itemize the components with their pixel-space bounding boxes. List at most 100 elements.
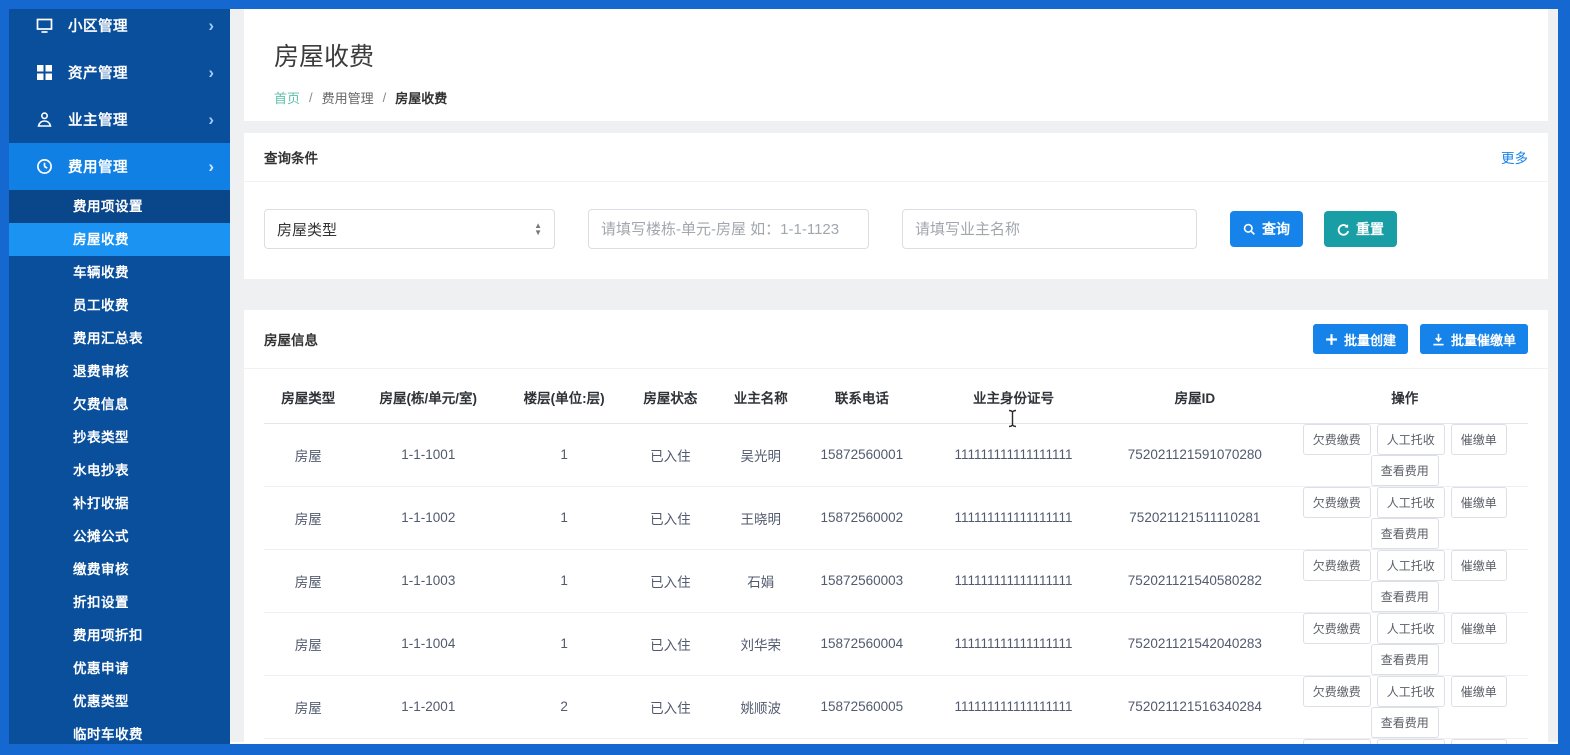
sidebar-subitem[interactable]: 房屋收费 — [9, 223, 230, 256]
cell-floor: 1 — [504, 612, 624, 675]
row-action-button[interactable]: 催缴单 — [1451, 613, 1507, 644]
sidebar-subitem[interactable]: 费用项设置 — [9, 190, 230, 223]
cell-house: 1-1-1004 — [352, 612, 504, 675]
cell-floor: 2 — [504, 675, 624, 738]
row-action-button[interactable]: 催缴单 — [1451, 550, 1507, 581]
breadcrumb-current: 房屋收费 — [395, 88, 447, 107]
sidebar-subitem[interactable]: 优惠申请 — [9, 652, 230, 685]
house-type-select-value: 房屋类型 — [277, 219, 337, 240]
cell-status: 已入住 — [624, 486, 716, 549]
row-action-button[interactable]: 欠费缴费 — [1303, 613, 1371, 644]
breadcrumb-separator: / — [309, 90, 313, 105]
cell-house_id: 752021121506870285 — [1108, 738, 1281, 744]
cell-house_id: 752021121516340284 — [1108, 675, 1281, 738]
table-row: 房屋1-1-10011已入住吴光明15872560001111111111111… — [264, 423, 1528, 486]
cell-type: 房屋 — [264, 738, 352, 744]
row-action-button[interactable]: 催缴单 — [1451, 676, 1507, 707]
sidebar-item-label: 小区管理 — [68, 15, 208, 36]
cell-floor: 1 — [504, 549, 624, 612]
row-action-button[interactable]: 人工托收 — [1377, 424, 1445, 455]
row-action-button[interactable]: 查看费用 — [1371, 518, 1439, 549]
sidebar-subitem[interactable]: 优惠类型 — [9, 685, 230, 718]
sidebar-item[interactable]: 小区管理› — [9, 9, 230, 49]
cell-house_id: 752021121542040283 — [1108, 612, 1281, 675]
cell-type: 房屋 — [264, 423, 352, 486]
sidebar-subitem[interactable]: 缴费审核 — [9, 553, 230, 586]
cell-phone: 15872560004 — [805, 612, 919, 675]
cell-owner: 石娟 — [716, 549, 804, 612]
row-action-button[interactable]: 查看费用 — [1371, 644, 1439, 675]
cell-id_card: 111111111111111111 — [919, 486, 1109, 549]
cell-type: 房屋 — [264, 612, 352, 675]
row-action-button[interactable]: 查看费用 — [1371, 581, 1439, 612]
search-button[interactable]: 查询 — [1230, 211, 1303, 247]
sidebar-item[interactable]: 费用管理› — [9, 143, 230, 190]
cell-phone: 15872560001 — [805, 423, 919, 486]
sidebar-subitem[interactable]: 费用项折扣 — [9, 619, 230, 652]
row-action-button[interactable]: 欠费缴费 — [1303, 676, 1371, 707]
row-action-button[interactable]: 人工托收 — [1377, 739, 1445, 745]
column-header: 房屋ID — [1108, 371, 1281, 423]
breadcrumb-section[interactable]: 费用管理 — [322, 88, 374, 107]
cell-type: 房屋 — [264, 549, 352, 612]
table-row: 房屋1-1-10021已入住王晓明15872560002111111111111… — [264, 486, 1528, 549]
row-action-button[interactable]: 欠费缴费 — [1303, 487, 1371, 518]
row-action-button[interactable]: 人工托收 — [1377, 487, 1445, 518]
column-header: 楼层(单位:层) — [504, 371, 624, 423]
row-action-button[interactable]: 催缴单 — [1451, 739, 1507, 745]
chevron-right-icon: › — [208, 158, 214, 175]
sidebar-subitem[interactable]: 水电抄表 — [9, 454, 230, 487]
more-link[interactable]: 更多 — [1501, 147, 1528, 167]
batch-create-button[interactable]: 批量创建 — [1313, 324, 1408, 354]
sidebar-subitem[interactable]: 公摊公式 — [9, 520, 230, 553]
row-action-button[interactable]: 催缴单 — [1451, 424, 1507, 455]
cell-actions: 欠费缴费人工托收催缴单查看费用 — [1281, 549, 1528, 612]
row-action-button[interactable]: 人工托收 — [1377, 676, 1445, 707]
cell-status: 已入住 — [624, 675, 716, 738]
sidebar-item[interactable]: 业主管理› — [9, 96, 230, 143]
cell-status: 已入住 — [624, 612, 716, 675]
cell-id_card: 111111111111111111 — [919, 675, 1109, 738]
house-type-select[interactable]: 房屋类型 ▲▼ — [264, 209, 555, 249]
sidebar-subitem[interactable]: 欠费信息 — [9, 388, 230, 421]
breadcrumb-home[interactable]: 首页 — [274, 88, 300, 107]
sidebar-subitem[interactable]: 车辆收费 — [9, 256, 230, 289]
sidebar-subitem[interactable]: 折扣设置 — [9, 586, 230, 619]
table-row: 房屋1-1-20022已入住王忙利15872560006111111111111… — [264, 738, 1528, 744]
sidebar-item[interactable]: 资产管理› — [9, 49, 230, 96]
batch-reminder-button[interactable]: 批量催缴单 — [1420, 324, 1528, 354]
house-number-input[interactable] — [588, 209, 869, 249]
row-action-button[interactable]: 欠费缴费 — [1303, 550, 1371, 581]
page-title: 房屋收费 — [274, 37, 1518, 73]
reset-button[interactable]: 重置 — [1324, 211, 1397, 247]
row-action-button[interactable]: 欠费缴费 — [1303, 739, 1371, 745]
cell-id_card: 111111111111111111 — [919, 423, 1109, 486]
sidebar-subitem[interactable]: 抄表类型 — [9, 421, 230, 454]
column-header: 房屋类型 — [264, 371, 352, 423]
cell-house_id: 752021121540580282 — [1108, 549, 1281, 612]
sidebar-subitem[interactable]: 退费审核 — [9, 355, 230, 388]
row-action-button[interactable]: 欠费缴费 — [1303, 424, 1371, 455]
breadcrumb: 首页 / 费用管理 / 房屋收费 — [274, 88, 1518, 107]
sidebar-subitem[interactable]: 员工收费 — [9, 289, 230, 322]
cell-phone: 15872560006 — [805, 738, 919, 744]
cell-id_card: 111111111111111111 — [919, 612, 1109, 675]
owner-name-input[interactable] — [902, 209, 1197, 249]
cell-house: 1-1-1003 — [352, 549, 504, 612]
sidebar-subitem[interactable]: 费用汇总表 — [9, 322, 230, 355]
row-action-button[interactable]: 查看费用 — [1371, 455, 1439, 486]
sidebar-subitem[interactable]: 临时车收费 — [9, 718, 230, 744]
row-action-button[interactable]: 催缴单 — [1451, 487, 1507, 518]
cell-phone: 15872560002 — [805, 486, 919, 549]
row-action-button[interactable]: 查看费用 — [1371, 707, 1439, 738]
page-header: 房屋收费 首页 / 费用管理 / 房屋收费 — [244, 9, 1548, 121]
cell-actions: 欠费缴费人工托收催缴单查看费用 — [1281, 675, 1528, 738]
house-info-title: 房屋信息 — [264, 329, 318, 349]
cell-house: 1-1-1001 — [352, 423, 504, 486]
cell-status: 已入住 — [624, 549, 716, 612]
row-action-button[interactable]: 人工托收 — [1377, 613, 1445, 644]
sidebar-subitem[interactable]: 补打收据 — [9, 487, 230, 520]
cell-phone: 15872560003 — [805, 549, 919, 612]
row-action-button[interactable]: 人工托收 — [1377, 550, 1445, 581]
cell-actions: 欠费缴费人工托收催缴单查看费用 — [1281, 423, 1528, 486]
